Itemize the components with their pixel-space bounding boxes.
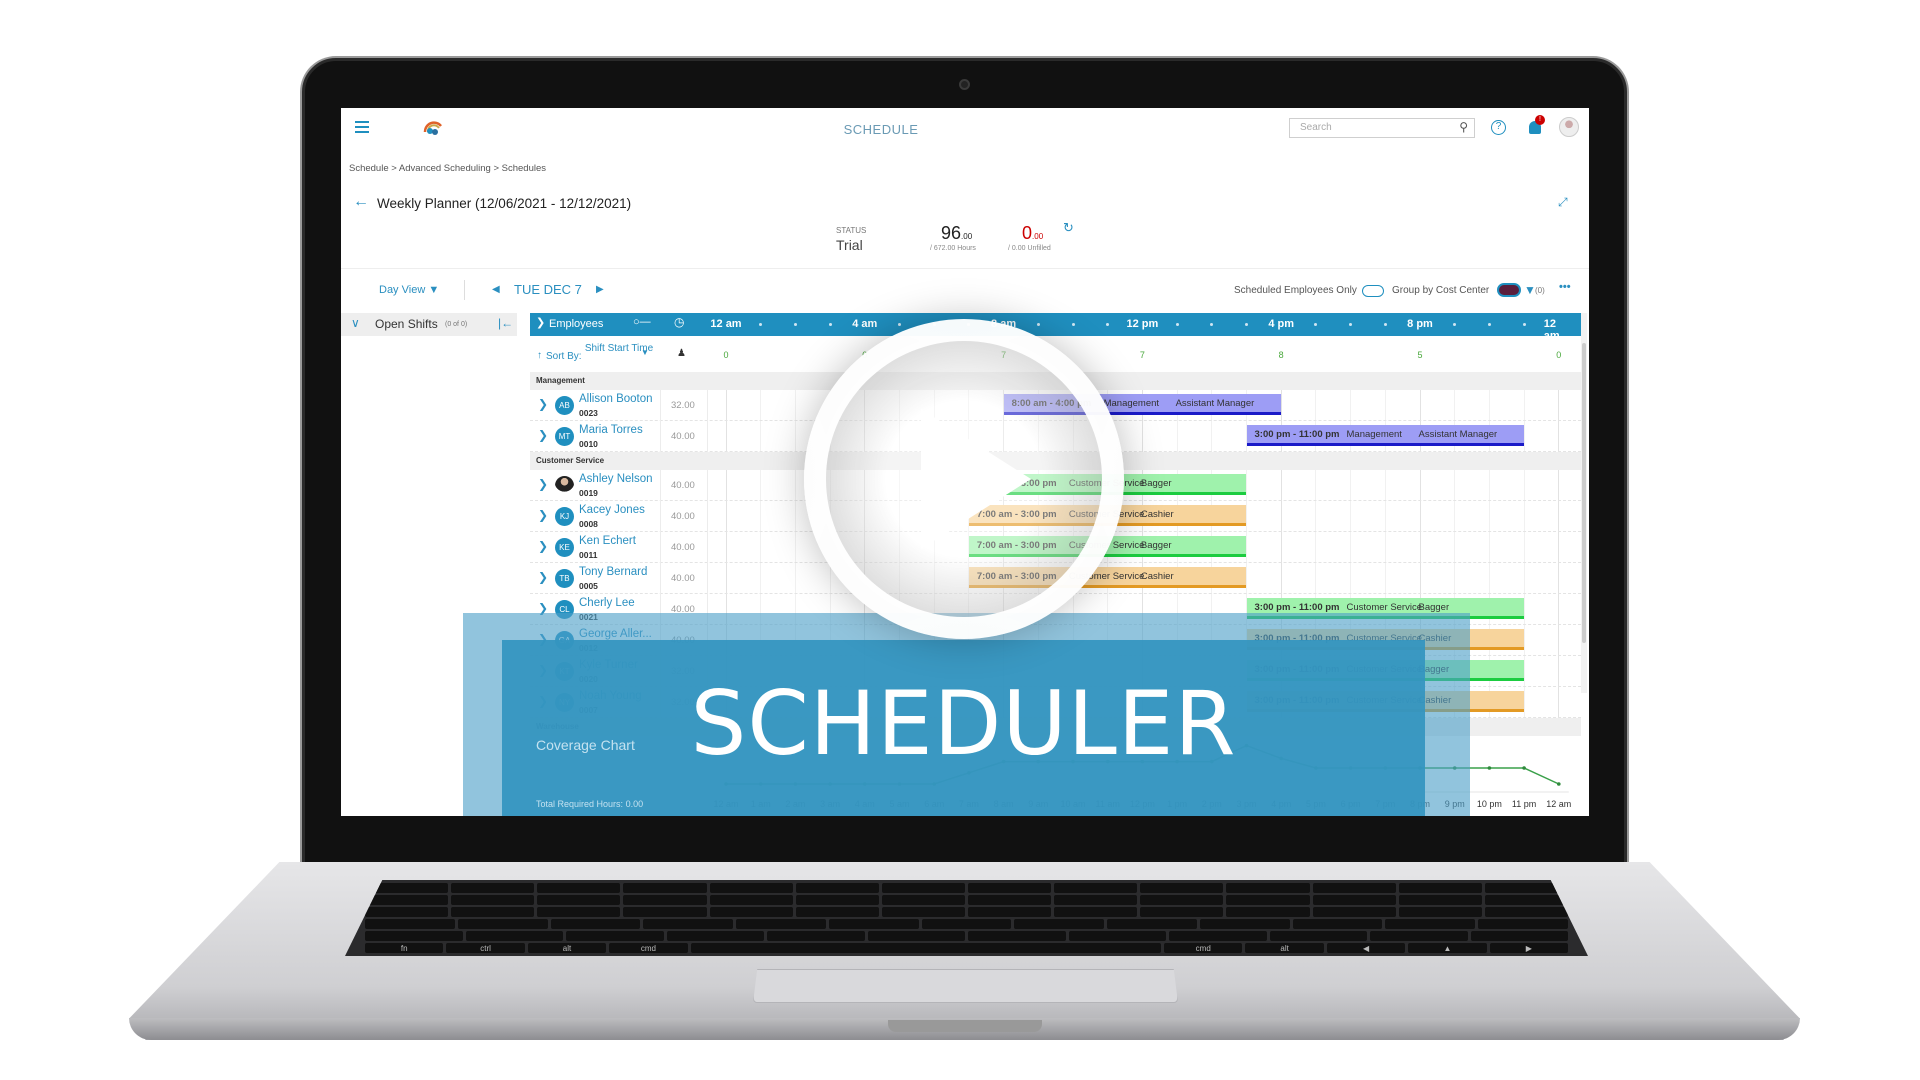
key [881, 883, 965, 893]
key: cmd [609, 943, 688, 953]
keyboard: fn ctrl alt cmd cmd alt ◀ ▲ ▶ [345, 880, 1588, 956]
key [1054, 883, 1138, 893]
key [623, 883, 707, 893]
total-required-value: 0.00 [625, 799, 644, 809]
camera [959, 79, 970, 90]
key: cmd [1164, 943, 1243, 953]
key [365, 919, 455, 929]
key [1484, 895, 1568, 905]
key [795, 895, 879, 905]
key [1140, 895, 1224, 905]
key [666, 931, 764, 941]
key [1054, 895, 1138, 905]
coverage-point [1487, 766, 1492, 770]
coverage-hour-label: 10 pm [1477, 799, 1502, 809]
spacebar [690, 943, 1162, 953]
total-required-hours: Total Required Hours: 0.00 [536, 799, 643, 809]
banner-title: SCHEDULER [690, 672, 1237, 775]
key [1199, 919, 1290, 929]
key [1169, 931, 1267, 941]
key: alt [1245, 943, 1324, 953]
arrow-key: ◀ [1326, 943, 1406, 953]
key [709, 895, 793, 905]
key [537, 895, 621, 905]
key-row: fn ctrl alt cmd cmd alt ◀ ▲ ▶ [365, 943, 1569, 953]
key [1312, 907, 1396, 917]
key [967, 895, 1052, 905]
key [537, 883, 621, 893]
key [365, 931, 463, 941]
key: fn [365, 943, 444, 953]
key [736, 919, 826, 929]
hinge-notch [888, 1020, 1042, 1032]
coverage-hour-label: 12 am [1546, 799, 1571, 809]
key: ctrl [446, 943, 525, 953]
key [457, 919, 548, 929]
key [709, 907, 793, 917]
arrow-key: ▶ [1489, 943, 1569, 953]
key [1140, 907, 1224, 917]
key [1054, 907, 1138, 917]
key [881, 895, 965, 905]
key-row [365, 895, 1568, 905]
key [451, 907, 535, 917]
key-row [365, 883, 1568, 893]
key [795, 907, 879, 917]
key [709, 883, 793, 893]
key [465, 931, 563, 941]
key [1292, 919, 1383, 929]
key [1385, 919, 1476, 929]
key [967, 907, 1052, 917]
trackpad [753, 969, 1178, 1003]
key [967, 883, 1052, 893]
key-row [365, 931, 1568, 941]
key [767, 931, 865, 941]
play-button[interactable] [804, 319, 1124, 639]
key [1484, 907, 1568, 917]
key [365, 895, 449, 905]
key [1068, 931, 1166, 941]
key-row [365, 907, 1568, 917]
key [1478, 919, 1568, 929]
total-required-label: Total Required Hours: [536, 799, 624, 809]
key [1370, 931, 1468, 941]
key [1398, 895, 1482, 905]
coverage-point [1522, 766, 1526, 770]
key [1312, 883, 1396, 893]
key [1226, 895, 1310, 905]
arrow-key: ▲ [1408, 943, 1487, 953]
key [451, 883, 535, 893]
key [1107, 919, 1197, 929]
key [1269, 931, 1367, 941]
key [1140, 883, 1224, 893]
key [1398, 907, 1482, 917]
key-row [365, 919, 1568, 929]
key [643, 919, 734, 929]
key [795, 883, 879, 893]
key [968, 931, 1066, 941]
key [537, 907, 621, 917]
coverage-point [1557, 782, 1561, 786]
key [1312, 895, 1396, 905]
key [921, 919, 1012, 929]
key [451, 895, 535, 905]
key [550, 919, 641, 929]
key [1226, 907, 1310, 917]
key [623, 895, 707, 905]
key [623, 907, 707, 917]
coverage-hour-label: 11 pm [1512, 799, 1536, 809]
key [867, 931, 965, 941]
key [828, 919, 919, 929]
key [365, 907, 449, 917]
key [1470, 931, 1568, 941]
key [1226, 883, 1310, 893]
key: alt [527, 943, 607, 953]
key [566, 931, 664, 941]
key [881, 907, 965, 917]
key [1014, 919, 1105, 929]
key [1398, 883, 1482, 893]
play-icon[interactable] [921, 409, 1041, 549]
coverage-chart-title: Coverage Chart [536, 737, 635, 753]
